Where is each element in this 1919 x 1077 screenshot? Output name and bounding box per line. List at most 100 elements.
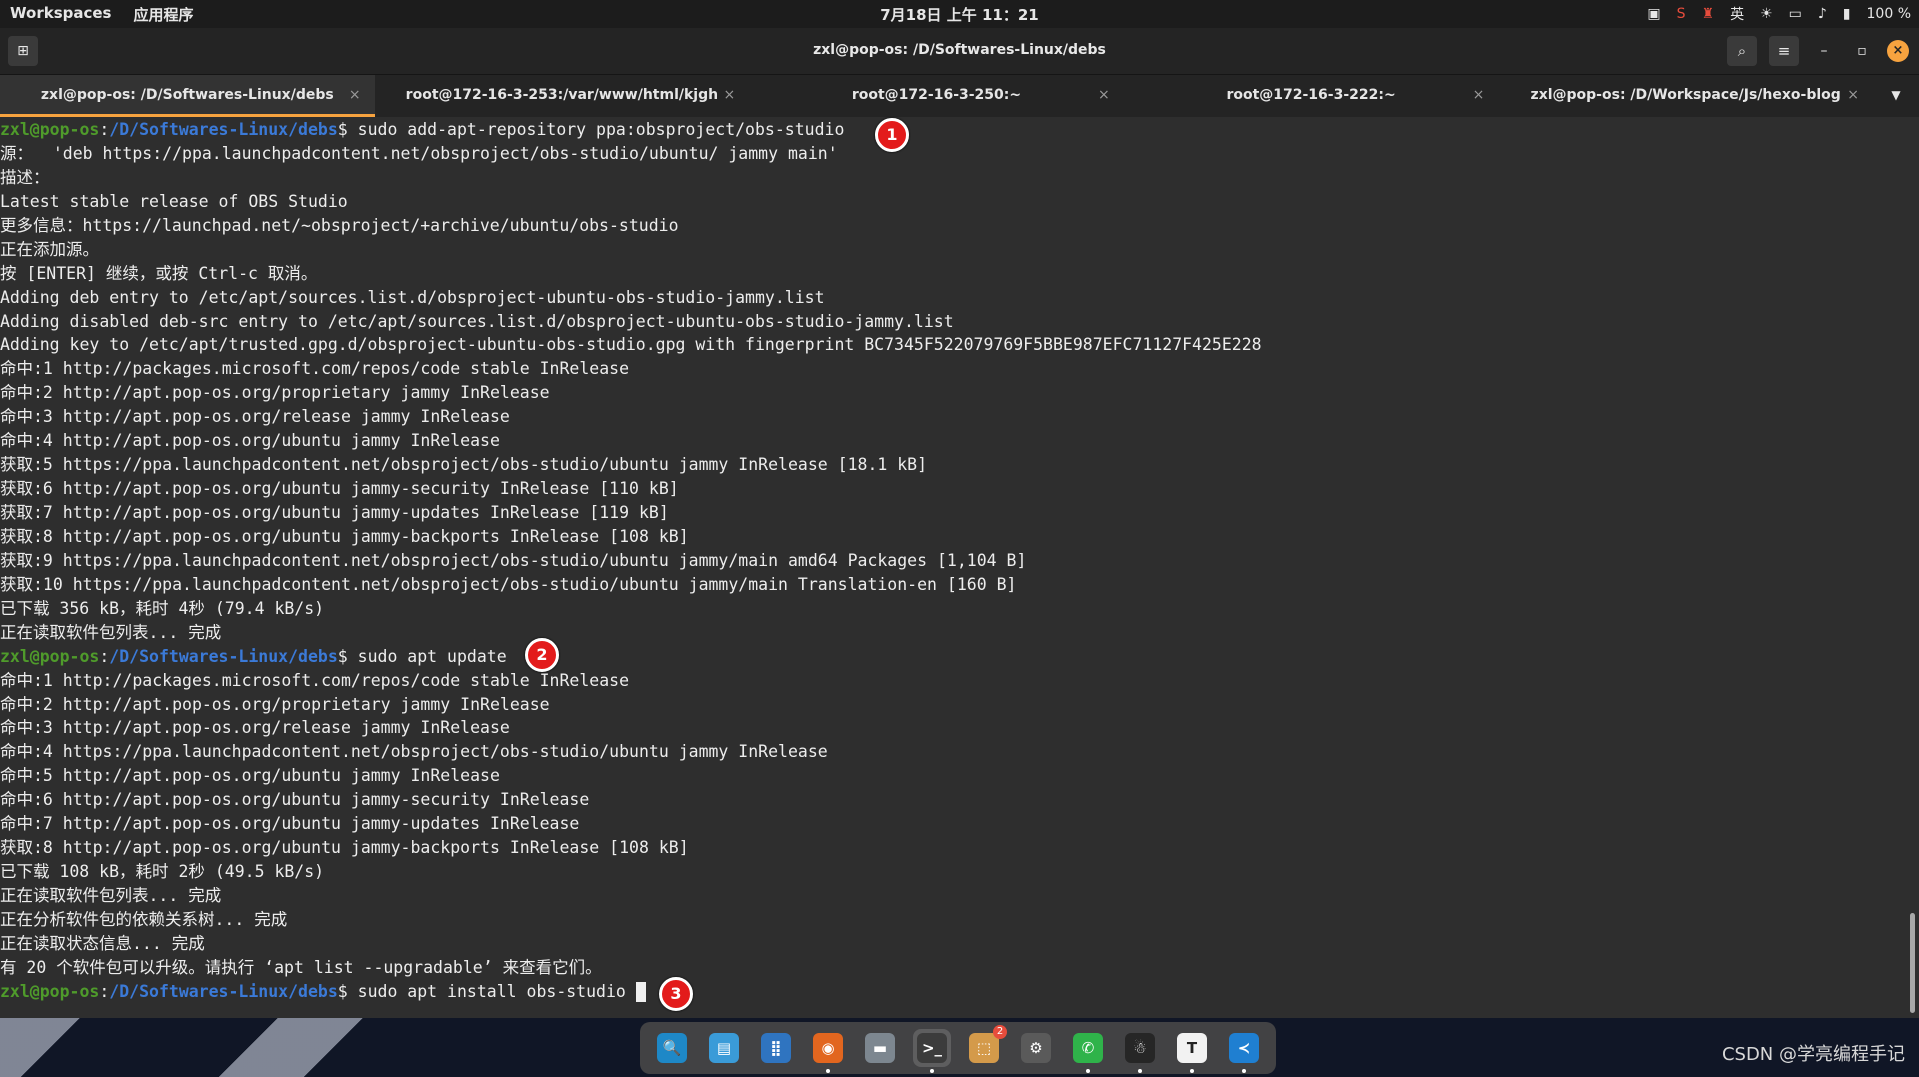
- screen-share-icon[interactable]: ▣: [1647, 6, 1660, 22]
- workspaces-app-icon: ▤: [709, 1033, 739, 1063]
- dock-item[interactable]: ▤: [705, 1029, 743, 1067]
- terminal-icon: >_: [917, 1033, 947, 1063]
- tab-label: root@172-16-3-222:~: [1226, 87, 1396, 103]
- output-line: 获取:8 http://apt.pop-os.org/ubuntu jammy-…: [0, 838, 689, 858]
- sogou-input-icon[interactable]: S: [1677, 6, 1686, 22]
- dock-item[interactable]: ≺: [1225, 1029, 1263, 1073]
- close-icon: ×: [1892, 43, 1904, 58]
- tab-overflow-button[interactable]: ▼: [1873, 75, 1919, 117]
- output-line: 命中:4 http://apt.pop-os.org/ubuntu jammy …: [0, 431, 500, 451]
- command-line-3[interactable]: zxl@pop-os:/D/Softwares-Linux/debs$ sudo…: [0, 980, 1905, 1004]
- search-button[interactable]: ⌕: [1727, 36, 1757, 66]
- output-line: 按 [ENTER] 继续，或按 Ctrl-c 取消。: [0, 263, 318, 283]
- command-text: sudo add-apt-repository ppa:obsproject/o…: [357, 120, 845, 139]
- tab-debs[interactable]: zxl@pop-os: /D/Softwares-Linux/debs ×: [0, 75, 375, 117]
- output-line: 命中:1 http://packages.microsoft.com/repos…: [0, 670, 630, 690]
- output-line: 正在读取软件包列表... 完成: [0, 622, 222, 642]
- output-line: 获取:6 http://apt.pop-os.org/ubuntu jammy-…: [0, 479, 679, 499]
- minimize-icon: –: [1820, 43, 1828, 59]
- output-line: Latest stable release of OBS Studio: [0, 191, 348, 211]
- prompt-user: zxl@pop-os: [0, 120, 100, 139]
- output-line: 正在读取状态信息... 完成: [0, 933, 205, 953]
- dock-item[interactable]: ☃: [1121, 1029, 1159, 1073]
- tab-bar: zxl@pop-os: /D/Softwares-Linux/debs × ro…: [0, 75, 1919, 117]
- chevron-down-icon: ▼: [1891, 88, 1901, 102]
- tab-label: zxl@pop-os: /D/Softwares-Linux/debs: [40, 87, 334, 103]
- output-line: 源： 'deb https://ppa.launchpadcontent.net…: [0, 143, 838, 163]
- dock-item[interactable]: >_: [913, 1029, 951, 1073]
- output-line: Adding key to /etc/apt/trusted.gpg.d/obs…: [0, 335, 1262, 355]
- terminal-output[interactable]: zxl@pop-os:/D/Softwares-Linux/debs$ sudo…: [0, 118, 1905, 1018]
- running-indicator: [826, 1069, 830, 1073]
- output-line: 获取:7 http://apt.pop-os.org/ubuntu jammy-…: [0, 503, 669, 522]
- dock-item[interactable]: ◉: [809, 1029, 847, 1073]
- prompt-separator: :: [99, 981, 110, 1001]
- qq-icon: ☃: [1125, 1033, 1155, 1063]
- prompt-path: /D/Softwares-Linux/debs: [109, 120, 338, 139]
- terminal-headerbar: ⊞ zxl@pop-os: /D/Softwares-Linux/debs ⌕ …: [0, 28, 1919, 75]
- dock-item[interactable]: ✆: [1069, 1029, 1107, 1073]
- dock-item[interactable]: ⣿: [757, 1029, 795, 1067]
- dock-glyph: ✆: [1081, 1039, 1095, 1057]
- tab-label: root@172-16-3-253:/var/www/html/kjgh: [405, 87, 719, 103]
- tab-close-icon[interactable]: ×: [1098, 75, 1110, 115]
- dock-item[interactable]: T: [1173, 1029, 1211, 1073]
- command-text: sudo apt update: [357, 646, 507, 666]
- dock-item[interactable]: ⬚ 2: [965, 1025, 1007, 1067]
- dock-item[interactable]: 🔍: [653, 1029, 691, 1067]
- tab-close-icon[interactable]: ×: [349, 75, 361, 115]
- tab-kjgh[interactable]: root@172-16-3-253:/var/www/html/kjgh ×: [375, 75, 750, 117]
- brightness-icon[interactable]: ☀: [1760, 6, 1773, 22]
- tab-hexo-blog[interactable]: zxl@pop-os: /D/Workspace/Js/hexo-blog ×: [1498, 75, 1873, 117]
- output-line: 已下载 356 kB，耗时 4秒 (79.4 kB/s): [0, 598, 325, 618]
- maximize-button[interactable]: ▫: [1849, 38, 1875, 64]
- typora-icon: T: [1177, 1033, 1207, 1063]
- battery-icon[interactable]: ▮: [1843, 6, 1851, 22]
- terminal-scrollbar[interactable]: [1910, 913, 1915, 1013]
- output-line: 已下载 108 kB，耗时 2秒 (49.5 kB/s): [0, 862, 325, 882]
- tab-label: root@172-16-3-250:~: [851, 87, 1022, 103]
- search-app-icon: 🔍: [657, 1033, 687, 1063]
- battery-percentage[interactable]: 100 %: [1867, 6, 1911, 22]
- output-line: 正在读取软件包列表... 完成: [0, 886, 222, 905]
- prompt-path: /D/Softwares-Linux/debs: [109, 981, 338, 1001]
- output-line: 命中:5 http://apt.pop-os.org/ubuntu jammy …: [0, 766, 500, 786]
- minimize-button[interactable]: –: [1811, 38, 1837, 64]
- output-block-1: 源： 'deb https://ppa.launchpadcontent.net…: [0, 142, 1905, 645]
- dock-glyph: ≺: [1237, 1039, 1251, 1057]
- prompt-user: zxl@pop-os: [0, 981, 100, 1001]
- dock-glyph: ◉: [821, 1039, 835, 1057]
- output-line: 更多信息：https://launchpad.net/~obsproject/+…: [0, 215, 679, 235]
- volume-icon[interactable]: ♪: [1818, 6, 1827, 22]
- dock-item[interactable]: ▬: [861, 1029, 899, 1067]
- tab-222[interactable]: root@172-16-3-222:~ ×: [1124, 75, 1499, 117]
- text-cursor: [635, 982, 646, 1003]
- running-indicator: [1242, 1069, 1246, 1073]
- output-line: 命中:2 http://apt.pop-os.org/proprietary j…: [0, 694, 550, 714]
- step-badge-2: 2: [525, 638, 559, 672]
- output-line: 命中:6 http://apt.pop-os.org/ubuntu jammy-…: [0, 790, 590, 810]
- dock-glyph: ⬚: [976, 1039, 992, 1057]
- output-line: 获取:9 https://ppa.launchpadcontent.net/ob…: [0, 550, 1027, 570]
- tray-app-icon[interactable]: ♜: [1702, 6, 1715, 22]
- command-line-2: zxl@pop-os:/D/Softwares-Linux/debs$ sudo…: [0, 645, 1905, 669]
- tab-close-icon[interactable]: ×: [1847, 75, 1859, 115]
- tab-close-icon[interactable]: ×: [1473, 75, 1485, 115]
- vscode-icon: ≺: [1229, 1033, 1259, 1063]
- close-window-button[interactable]: ×: [1887, 40, 1909, 62]
- output-line: 命中:4 https://ppa.launchpadcontent.net/ob…: [0, 742, 828, 762]
- menu-button[interactable]: ≡: [1769, 36, 1799, 66]
- output-line: 获取:8 http://apt.pop-os.org/ubuntu jammy-…: [0, 526, 689, 546]
- dock: 🔍 ▤ ⣿ ◉ ▬ >_ ⬚ 2 ⚙ ✆ ☃ T ≺: [640, 1022, 1276, 1074]
- prompt-dollar: $: [337, 646, 358, 666]
- tab-close-icon[interactable]: ×: [723, 75, 735, 115]
- tab-250[interactable]: root@172-16-3-250:~ ×: [749, 75, 1124, 117]
- clock[interactable]: 7月18日 上午 11：21: [0, 4, 1919, 25]
- dock-item[interactable]: ⚙: [1017, 1029, 1055, 1067]
- search-icon: ⌕: [1737, 42, 1747, 60]
- input-method-indicator[interactable]: 英: [1730, 4, 1744, 24]
- running-indicator: [930, 1069, 934, 1073]
- network-icon[interactable]: ▭: [1789, 6, 1802, 22]
- prompt-path: /D/Softwares-Linux/debs: [109, 646, 338, 666]
- notification-badge: 2: [993, 1025, 1007, 1039]
